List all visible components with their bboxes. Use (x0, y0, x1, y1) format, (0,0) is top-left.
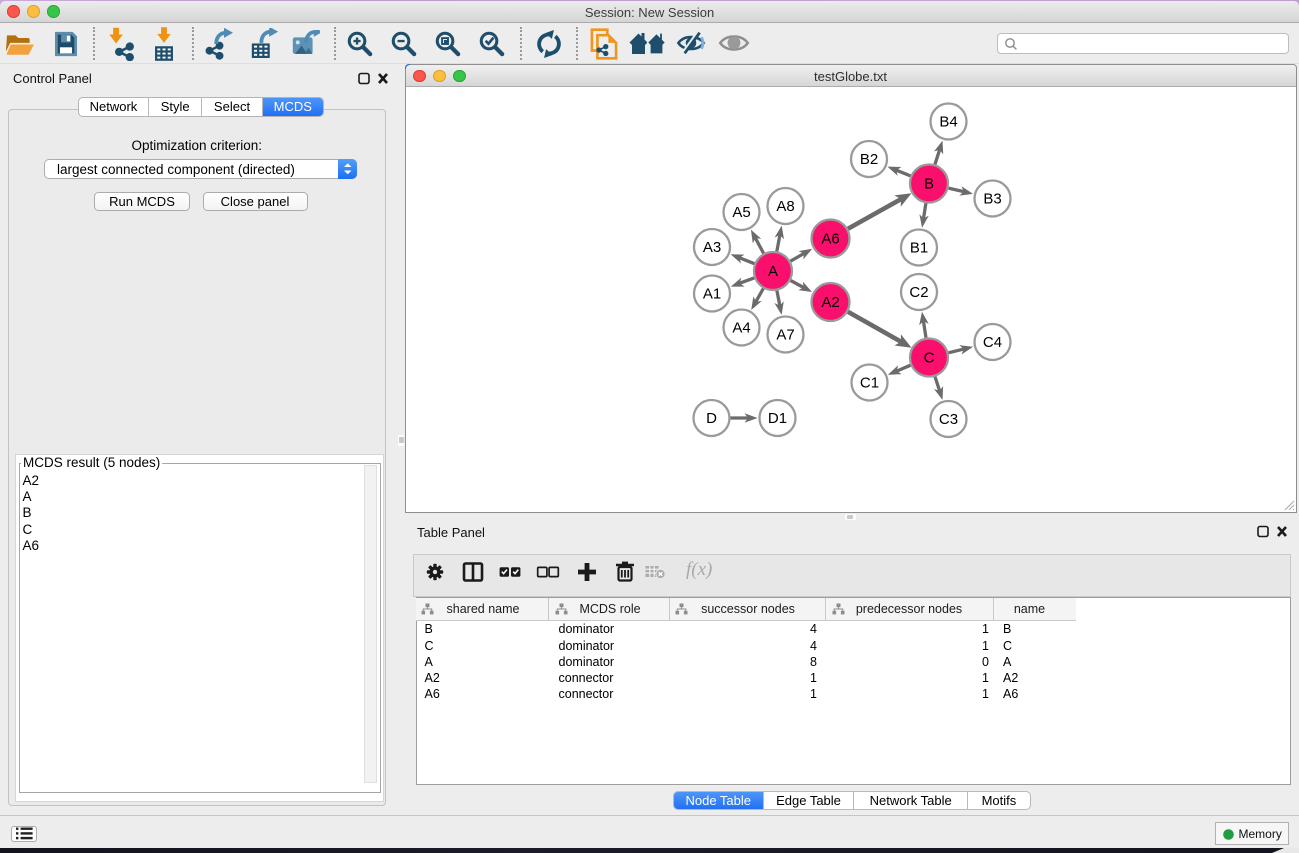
svg-text:B4: B4 (939, 114, 957, 131)
svg-text:B2: B2 (859, 151, 877, 168)
svg-text:C1: C1 (859, 375, 878, 392)
svg-text:A7: A7 (776, 327, 794, 344)
svg-text:A1: A1 (702, 286, 720, 303)
svg-text:C4: C4 (982, 334, 1001, 351)
svg-text:A5: A5 (732, 204, 750, 221)
svg-text:A6: A6 (821, 231, 839, 248)
svg-text:D: D (706, 410, 717, 427)
svg-text:D1: D1 (767, 410, 786, 427)
svg-text:A4: A4 (732, 320, 750, 337)
svg-text:A3: A3 (702, 239, 720, 256)
svg-text:B: B (923, 176, 933, 193)
svg-text:C3: C3 (938, 411, 957, 428)
svg-text:C2: C2 (909, 284, 928, 301)
svg-text:B3: B3 (983, 191, 1001, 208)
svg-text:A2: A2 (821, 294, 839, 311)
svg-text:A8: A8 (776, 198, 794, 215)
svg-text:A: A (767, 263, 777, 280)
svg-text:B1: B1 (909, 240, 927, 257)
svg-text:C: C (923, 350, 934, 367)
